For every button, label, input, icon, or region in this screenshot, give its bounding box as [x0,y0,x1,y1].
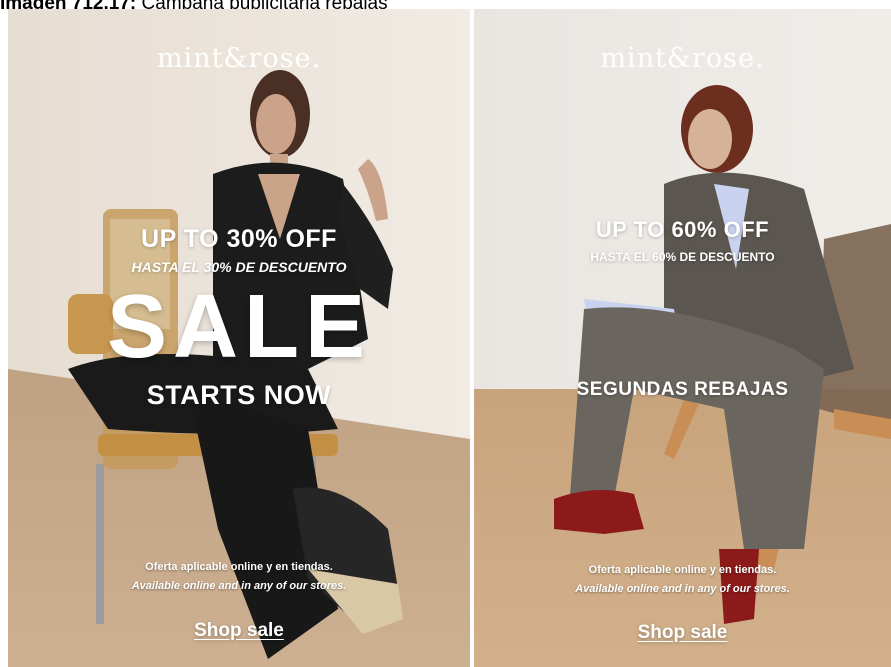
segundas-rebajas-text: SEGUNDAS REBAJAS [576,379,789,400]
ad-panel-left: mint&rose. UP TO 30% OFF HASTA EL 30% DE… [8,9,470,667]
shop-sale-link[interactable]: Shop sale [174,620,304,642]
discount-subline: HASTA EL 30% DE DESCUENTO [131,259,347,275]
brand-logo: mint&rose. [600,43,765,74]
availability-note-en: Available online and in any of our store… [131,580,347,592]
discount-headline: UP TO 30% OFF [141,225,337,253]
availability-note-en: Available online and in any of our store… [575,583,790,595]
shop-sale-link[interactable]: Shop sale [618,622,748,644]
availability-note-es: Oferta aplicable online y en tiendas. [588,564,777,576]
discount-headline: UP TO 60% OFF [595,217,770,242]
ad-overlay-left: mint&rose. UP TO 30% OFF HASTA EL 30% DE… [8,9,470,667]
discount-subline: HASTA EL 60% DE DESCUENTO [590,250,775,264]
sale-title: SALE [106,277,372,377]
starts-now-text: STARTS NOW [146,380,332,410]
availability-note-es: Oferta aplicable online y en tiendas. [145,561,333,573]
brand-logo: mint&rose. [156,43,322,74]
ad-overlay-right: mint&rose. UP TO 60% OFF HASTA EL 60% DE… [474,9,891,667]
ad-panel-right: mint&rose. UP TO 60% OFF HASTA EL 60% DE… [474,9,891,667]
